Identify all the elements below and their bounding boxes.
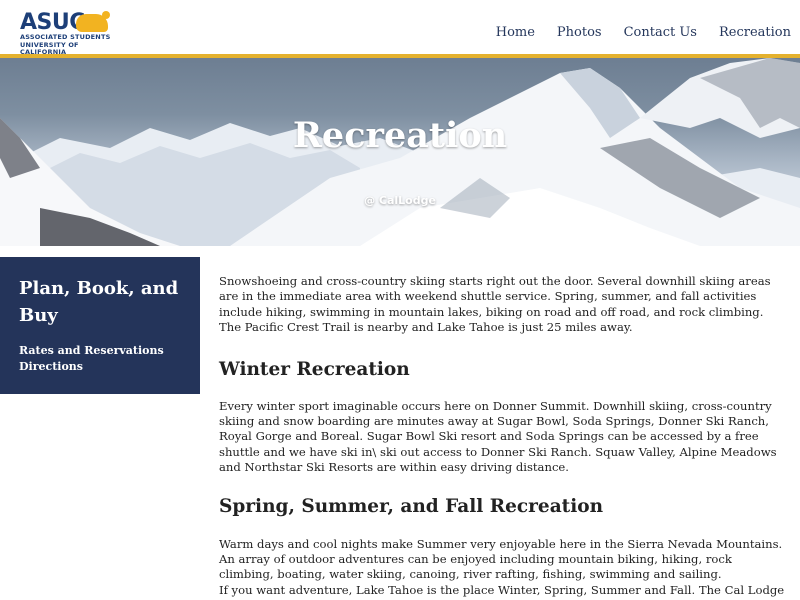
- nav-recreation[interactable]: Recreation: [719, 24, 791, 42]
- nav-photos[interactable]: Photos: [557, 24, 602, 42]
- hero-subtitle: @ CalLodge: [364, 194, 436, 207]
- nav-contact-us[interactable]: Contact Us: [624, 24, 697, 42]
- spring-summer-fall-paragraph-2: If you want adventure, Lake Tahoe is the…: [219, 582, 785, 597]
- bear-icon: [76, 11, 110, 32]
- hero-banner: Recreation @ CalLodge: [0, 58, 800, 246]
- hero-title: Recreation: [292, 115, 508, 156]
- sidebar-links: Rates and Reservations Directions: [19, 343, 164, 375]
- spring-summer-fall-heading: Spring, Summer, and Fall Recreation: [219, 495, 604, 517]
- winter-recreation-paragraph: Every winter sport imaginable occurs her…: [219, 398, 777, 475]
- sidebar-title: Plan, Book, and Buy: [19, 278, 179, 326]
- main-content: Snowshoeing and cross-country skiing sta…: [219, 274, 787, 598]
- winter-recreation-heading: Winter Recreation: [219, 358, 410, 380]
- spring-summer-fall-paragraph: Warm days and cool nights make Summer ve…: [219, 536, 783, 582]
- asuc-logo[interactable]: ASUC ASSOCIATED STUDENTS UNIVERSITY OF C…: [20, 10, 110, 56]
- intro-paragraph: Snowshoeing and cross-country skiing sta…: [219, 274, 771, 335]
- nav-home[interactable]: Home: [496, 24, 535, 42]
- sidebar-link-directions[interactable]: Directions: [19, 359, 164, 375]
- sidebar-link-rates-reservations[interactable]: Rates and Reservations: [19, 343, 164, 359]
- site-header: ASUC ASSOCIATED STUDENTS UNIVERSITY OF C…: [0, 0, 800, 56]
- main-nav: Home Photos Contact Us Recreation: [496, 24, 791, 42]
- sidebar-panel: Plan, Book, and Buy Rates and Reservatio…: [0, 257, 200, 394]
